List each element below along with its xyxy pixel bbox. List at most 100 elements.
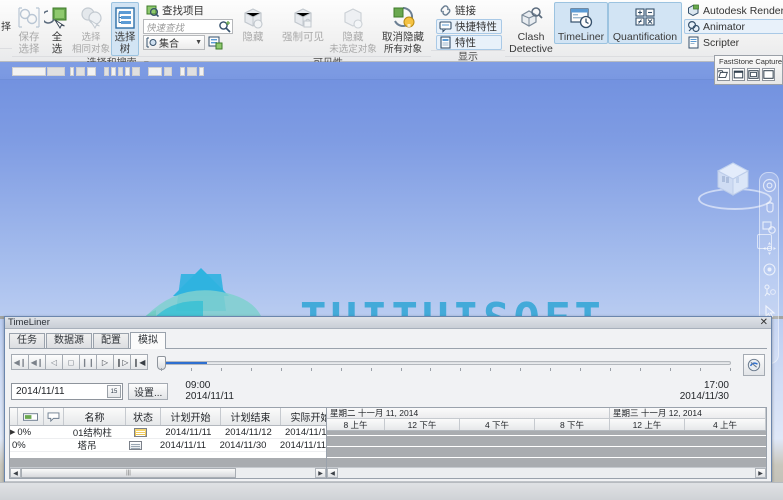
- hide-unselected-label-2: 未选定对象: [329, 44, 377, 55]
- toolbar-chip[interactable]: [164, 67, 172, 76]
- playback-controls: ◀❙ ◀❙ ◁ ◻ ❙❙ ▷ ❙▷ ❙◀: [11, 354, 147, 370]
- capture-window-icon[interactable]: [732, 68, 745, 81]
- settings-button[interactable]: 设置...: [128, 383, 168, 400]
- zoom-icon[interactable]: [762, 220, 777, 235]
- open-capture-icon[interactable]: [717, 68, 730, 81]
- tasks-table-hscrollbar[interactable]: ◀ ||| ▶: [10, 467, 326, 478]
- tab-simulate[interactable]: 模拟: [130, 332, 166, 349]
- comment-header-icon[interactable]: [44, 408, 64, 425]
- toolbar-chip[interactable]: [187, 67, 197, 76]
- toolbar-chip[interactable]: [12, 67, 46, 76]
- row-status: [123, 428, 158, 437]
- progress-header-icon[interactable]: [18, 408, 44, 425]
- simulation-date-input[interactable]: 2014/11/11 15: [11, 383, 123, 400]
- look-around-icon[interactable]: [762, 262, 777, 277]
- slider-fill: [162, 362, 207, 364]
- table-header-planned-start[interactable]: 计划开始: [161, 408, 221, 425]
- clash-detective-button[interactable]: Clash Detective: [508, 2, 554, 56]
- force-visible-button[interactable]: 强制可见: [278, 2, 328, 44]
- table-header-name[interactable]: 名称: [64, 408, 126, 425]
- unhide-all-button[interactable]: 取消隐藏 所有对象: [378, 2, 428, 56]
- pause-button[interactable]: ❙❙: [79, 354, 97, 370]
- save-selection-button[interactable]: 保存 选择: [15, 2, 43, 56]
- toolbar-chip[interactable]: [180, 67, 185, 76]
- table-header-actual-start[interactable]: 实际开始: [281, 408, 327, 425]
- orbit-icon[interactable]: [762, 241, 777, 256]
- timeliner-title-bar[interactable]: TimeLiner ✕: [5, 317, 771, 329]
- find-items-button[interactable]: 查找项目: [143, 3, 233, 18]
- close-icon[interactable]: ✕: [760, 318, 768, 328]
- toolbar-chip[interactable]: [76, 67, 85, 76]
- toolbar-chip[interactable]: [70, 67, 74, 76]
- timeliner-body: 任务 数据源 配置 模拟 ◀❙ ◀❙ ◁ ◻ ❙❙ ▷ ❙▷ ❙◀: [5, 329, 771, 481]
- slider-ticks: [161, 368, 731, 372]
- quick-properties-button[interactable]: 快捷特性: [436, 19, 502, 34]
- gantt-hscroll-track[interactable]: [338, 468, 755, 478]
- selection-tree-button[interactable]: 选择 树: [111, 2, 139, 56]
- table-row[interactable]: 0% 塔吊 2014/11/11 2014/11/30 2014/11/11 2…: [10, 439, 326, 452]
- tab-data-sources[interactable]: 数据源: [46, 333, 92, 348]
- play-button[interactable]: ▷: [96, 354, 114, 370]
- viewport-toolbar[interactable]: [0, 62, 783, 80]
- play-backwards-button[interactable]: ◁: [45, 354, 63, 370]
- walk-icon[interactable]: [762, 283, 777, 298]
- calendar-icon[interactable]: 15: [107, 385, 121, 398]
- links-button[interactable]: 链接: [436, 3, 502, 18]
- toolbar-chip[interactable]: [125, 67, 130, 76]
- toolbar-chip[interactable]: [148, 67, 162, 76]
- select-all-button[interactable]: 全 选: [43, 2, 71, 56]
- hscroll-left-arrow[interactable]: ◀: [10, 468, 21, 478]
- simulation-slider[interactable]: [153, 355, 737, 371]
- view-cube[interactable]: [712, 158, 754, 200]
- table-header-status[interactable]: 状态: [126, 408, 161, 425]
- go-to-start-button[interactable]: ◀❙: [11, 354, 29, 370]
- pan-icon[interactable]: [762, 199, 777, 214]
- steering-wheel-icon[interactable]: [762, 178, 777, 193]
- row-name: 01结构柱: [61, 425, 123, 439]
- properties-button[interactable]: 特性: [436, 35, 502, 50]
- hscroll-right-arrow[interactable]: ▶: [315, 468, 326, 478]
- gantt-hscroll-right-arrow[interactable]: ▶: [755, 468, 766, 478]
- quantification-button[interactable]: Quantification: [608, 2, 682, 44]
- selection-tree-label-1: 选择: [115, 32, 136, 43]
- quick-find-input[interactable]: 快速查找: [143, 19, 233, 34]
- go-to-end-button[interactable]: ❙◀: [130, 354, 148, 370]
- toolbar-chip[interactable]: [199, 67, 204, 76]
- tab-tasks[interactable]: 任务: [9, 333, 45, 348]
- quick-properties-icon: [439, 20, 452, 33]
- toolbar-chip[interactable]: [118, 67, 123, 76]
- tab-configure[interactable]: 配置: [93, 333, 129, 348]
- hide-unselected-button[interactable]: 隐藏 未选定对象: [328, 2, 378, 56]
- manage-sets-icon[interactable]: [208, 35, 223, 50]
- scripter-button[interactable]: Scripter: [684, 35, 783, 50]
- hide-button[interactable]: 隐藏: [228, 2, 278, 44]
- gantt-day-label: 星期三 十一月 12, 2014: [610, 408, 766, 418]
- gantt-hscroll-left-arrow[interactable]: ◀: [327, 468, 338, 478]
- gantt-hscrollbar[interactable]: ◀ ▶: [327, 467, 766, 478]
- toolbar-chip[interactable]: [104, 67, 109, 76]
- step-back-button[interactable]: ◀❙: [28, 354, 46, 370]
- animator-button[interactable]: Animator: [684, 19, 783, 34]
- capture-fullscreen-icon[interactable]: [762, 68, 775, 81]
- gantt-hour-label: 4 下午: [460, 419, 535, 430]
- table-header-planned-end[interactable]: 计划结束: [221, 408, 281, 425]
- export-animation-button[interactable]: [743, 354, 765, 376]
- select-same-button[interactable]: 选择 相同对象: [71, 2, 111, 56]
- timeliner-button[interactable]: TimeLiner: [554, 2, 608, 44]
- toolbar-chip[interactable]: [47, 67, 65, 76]
- sets-combo[interactable]: 集合 ▼: [143, 35, 205, 50]
- toolbar-chip[interactable]: [87, 67, 96, 76]
- autodesk-rendering-button[interactable]: Autodesk Rendering: [684, 3, 783, 18]
- chevron-down-icon[interactable]: ▼: [195, 39, 202, 46]
- stop-button[interactable]: ◻: [62, 354, 80, 370]
- step-forward-button[interactable]: ❙▷: [113, 354, 131, 370]
- toolbar-chip[interactable]: [111, 67, 116, 76]
- faststone-capture-toolbar[interactable]: FastStone Capture: [714, 55, 783, 85]
- hscroll-thumb[interactable]: |||: [21, 468, 236, 478]
- toolbar-chip[interactable]: [132, 67, 140, 76]
- hscroll-track[interactable]: [236, 468, 315, 478]
- capture-region-icon[interactable]: [747, 68, 760, 81]
- slider-track[interactable]: [161, 361, 731, 365]
- tools-small-items-a: Autodesk Rendering Animator: [684, 2, 783, 50]
- row-planned-start: 2014/11/11: [158, 427, 218, 438]
